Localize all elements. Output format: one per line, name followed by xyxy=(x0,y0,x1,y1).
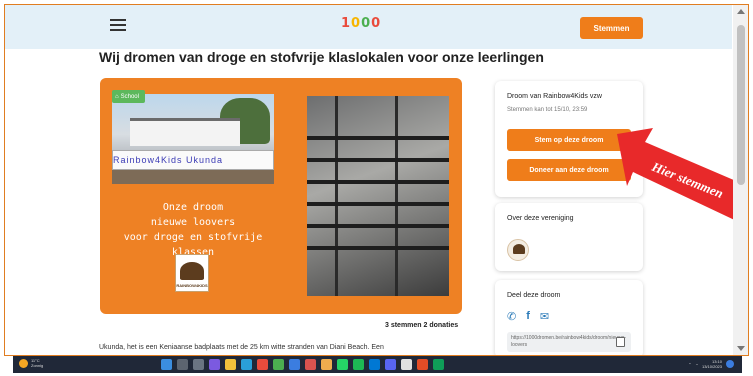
donate-to-dream-button[interactable]: Doneer aan deze droom xyxy=(507,159,631,181)
site-header: 1 0 0 0 Stemmen xyxy=(5,5,732,49)
app-icon[interactable] xyxy=(289,359,300,370)
scroll-down-arrow[interactable] xyxy=(737,346,745,351)
category-badge: ⌂ School xyxy=(112,90,145,103)
email-icon[interactable]: ✉ xyxy=(540,310,549,323)
school-banner: Rainbow4Kids Ukunda xyxy=(112,150,274,170)
windows-taskbar: 11°C Zonnig ⌃ ◔ 13:10 13/10/2023 xyxy=(13,356,742,373)
organisation-title: Over deze vereniging xyxy=(507,215,574,222)
copy-icon[interactable] xyxy=(616,337,625,347)
app-icon[interactable] xyxy=(257,359,268,370)
window-slat xyxy=(307,136,449,140)
menu-icon[interactable] xyxy=(110,19,126,31)
share-link-text: https://1000dromen.be/rainbow4kids/droom… xyxy=(511,335,627,348)
logo-letter: 1 xyxy=(341,16,351,31)
hero-caption-line: Onze droom xyxy=(162,202,224,213)
window-slat xyxy=(307,158,449,162)
logo-letter: 0 xyxy=(351,16,361,31)
ground xyxy=(112,170,274,184)
weather-widget[interactable]: 11°C Zonnig xyxy=(19,358,43,368)
system-tray: ⌃ ◔ 13:10 13/10/2023 xyxy=(688,359,734,369)
school-photo: Rainbow4Kids Ukunda xyxy=(112,94,274,184)
window-slat xyxy=(307,180,449,184)
window-slat xyxy=(307,202,449,206)
weather-text: 11°C Zonnig xyxy=(31,358,43,368)
dream-owner: Droom van Rainbow4Kids vzw xyxy=(507,93,602,100)
whatsapp-icon[interactable]: ✆ xyxy=(507,310,516,323)
site-logo[interactable]: 1 0 0 0 xyxy=(341,16,380,31)
share-card: Deel deze droom ✆ f ✉ https://1000dromen… xyxy=(495,280,643,355)
intro-text: Ukunda, het is een Keniaanse badplaats m… xyxy=(99,344,384,351)
window-frame xyxy=(335,96,338,296)
app-icon[interactable] xyxy=(401,359,412,370)
trees-icon xyxy=(180,262,204,280)
browser-viewport: 1 0 0 0 Stemmen Wij dromen van droge en … xyxy=(4,4,749,356)
spotify-icon[interactable] xyxy=(353,359,364,370)
page-title: Wij dromen van droge en stofvrije klaslo… xyxy=(99,49,544,65)
vote-donation-count: 3 stemmen 2 donaties xyxy=(385,322,459,329)
task-view-icon[interactable] xyxy=(193,359,204,370)
app-icon[interactable] xyxy=(385,359,396,370)
share-title: Deel deze droom xyxy=(507,292,561,299)
hero-logo-label: RAINBOW4KIDS xyxy=(176,283,208,288)
widgets-icon[interactable] xyxy=(209,359,220,370)
vote-for-dream-button[interactable]: Stem op deze droom xyxy=(507,129,631,151)
hero-image: Rainbow4Kids Ukunda ⌂ School Onze droom … xyxy=(100,78,462,314)
clock-date: 13/10/2023 xyxy=(701,364,722,369)
taskbar-apps xyxy=(161,359,444,370)
start-icon[interactable] xyxy=(161,359,172,370)
whatsapp-icon[interactable] xyxy=(337,359,348,370)
chrome-icon[interactable] xyxy=(433,359,444,370)
organisation-logo[interactable] xyxy=(507,239,529,261)
edge-icon[interactable] xyxy=(241,359,252,370)
app-icon[interactable] xyxy=(369,359,380,370)
vote-deadline: Stemmen kan tot 15/10, 23:59 xyxy=(507,107,588,113)
louvre-window-photo xyxy=(307,96,449,296)
category-badge-label: School xyxy=(120,93,139,100)
logo-letter: 0 xyxy=(371,16,381,31)
window-frame xyxy=(395,96,398,296)
app-icon[interactable] xyxy=(273,359,284,370)
file-explorer-icon[interactable] xyxy=(225,359,236,370)
share-buttons: ✆ f ✉ xyxy=(507,310,549,323)
window-slat xyxy=(307,246,449,250)
app-icon[interactable] xyxy=(321,359,332,370)
share-link-field[interactable]: https://1000dromen.be/rainbow4kids/droom… xyxy=(507,332,631,352)
wifi-icon[interactable]: ◔ xyxy=(696,362,698,367)
clock[interactable]: 13:10 13/10/2023 xyxy=(702,359,722,369)
rainbow4kids-logo: RAINBOW4KIDS xyxy=(175,254,209,292)
app-icon[interactable] xyxy=(417,359,428,370)
search-icon[interactable] xyxy=(177,359,188,370)
hero-caption: Onze droom nieuwe loovers voor droge en … xyxy=(112,200,274,260)
hero-caption-line: nieuwe loovers xyxy=(150,217,236,228)
notification-icon[interactable] xyxy=(726,360,734,368)
weather-desc: Zonnig xyxy=(31,363,44,368)
scroll-up-arrow[interactable] xyxy=(737,9,745,14)
chevron-up-icon[interactable]: ⌃ xyxy=(688,362,691,367)
app-icon[interactable] xyxy=(305,359,316,370)
scrollbar-thumb[interactable] xyxy=(737,25,745,185)
logo-letter: 0 xyxy=(361,16,371,31)
scrollbar[interactable] xyxy=(733,5,748,355)
facebook-icon[interactable]: f xyxy=(526,310,530,323)
annotation-arrow: Hier stemmen xyxy=(617,128,748,224)
school-icon: ⌂ xyxy=(115,93,119,100)
sun-icon xyxy=(19,358,28,368)
school-building xyxy=(130,118,240,146)
header-vote-button[interactable]: Stemmen xyxy=(580,17,643,39)
window-slat xyxy=(307,224,449,228)
